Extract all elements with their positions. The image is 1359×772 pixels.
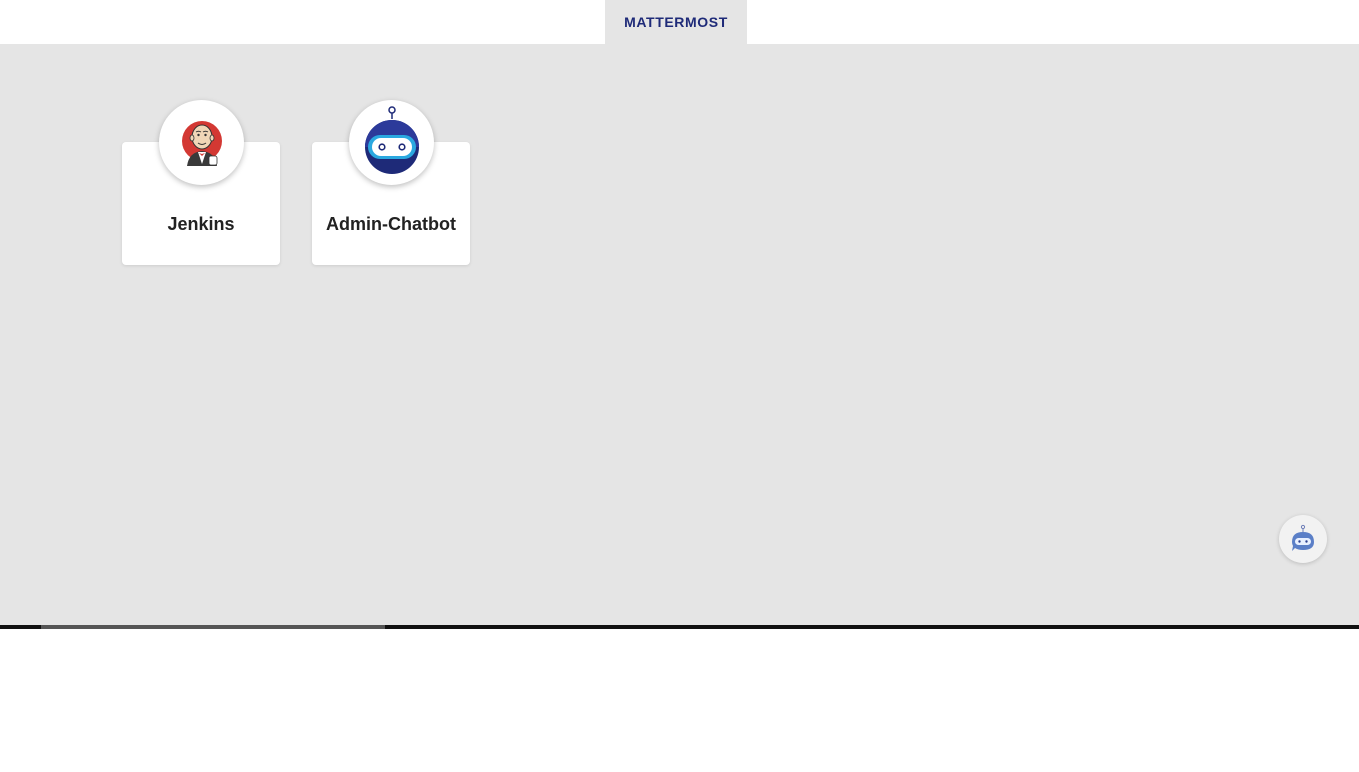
app-avatar-jenkins [159,100,244,185]
app-launcher-area: Jenkins Admin-Chatbot [0,44,1359,625]
chatbot-icon [1292,524,1314,551]
app-card-admin-chatbot[interactable]: Admin-Chatbot [312,100,470,265]
robot-head-icon [364,105,419,174]
app-card-label: Admin-Chatbot [326,214,456,234]
jenkins-butler-icon [181,120,222,166]
chatbot-launcher-button[interactable] [1279,515,1327,563]
app-avatar-admin-chatbot [349,100,434,185]
tab-mattermost-label: MATTERMOST [624,14,728,30]
top-navigation-bar: MATTERMOST [0,0,1359,44]
empty-area [0,629,1359,772]
tab-mattermost[interactable]: MATTERMOST [605,0,747,44]
app-card-label: Jenkins [167,214,235,234]
app-card-jenkins[interactable]: Jenkins [122,100,280,265]
